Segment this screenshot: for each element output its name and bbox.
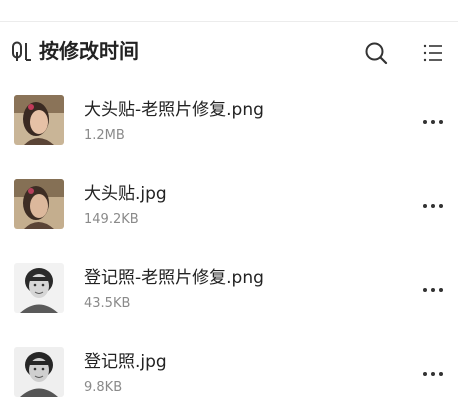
sort-label[interactable]: 按修改时间	[39, 37, 139, 65]
more-options-button[interactable]	[418, 110, 448, 134]
sort-icon[interactable]	[11, 41, 33, 63]
more-dots-icon	[423, 120, 443, 124]
file-size: 149.2KB	[84, 212, 139, 227]
search-icon	[365, 42, 388, 65]
more-options-button[interactable]	[418, 194, 448, 218]
search-button[interactable]	[362, 39, 390, 67]
file-size: 1.2MB	[84, 128, 125, 143]
toolbar: 按修改时间	[0, 22, 458, 80]
file-thumbnail	[14, 347, 64, 397]
more-options-button[interactable]	[418, 278, 448, 302]
file-name: 大头贴-老照片修复.png	[84, 100, 264, 120]
file-row[interactable]: 大头贴-老照片修复.png 1.2MB	[0, 80, 458, 164]
file-name: 大头贴.jpg	[84, 184, 167, 204]
file-name: 登记照-老照片修复.png	[84, 268, 264, 288]
file-size: 9.8KB	[84, 380, 123, 395]
file-row[interactable]: 登记照-老照片修复.png 43.5KB	[0, 248, 458, 332]
list-view-icon	[423, 44, 442, 62]
file-row[interactable]: 登记照.jpg 9.8KB	[0, 332, 458, 416]
file-thumbnail	[14, 179, 64, 229]
more-options-button[interactable]	[418, 362, 448, 386]
file-row[interactable]: 大头贴.jpg 149.2KB	[0, 164, 458, 248]
file-size: 43.5KB	[84, 296, 131, 311]
more-dots-icon	[423, 288, 443, 292]
more-dots-icon	[423, 372, 443, 376]
more-dots-icon	[423, 204, 443, 208]
file-name: 登记照.jpg	[84, 352, 167, 372]
file-thumbnail	[14, 263, 64, 313]
list-view-button[interactable]	[420, 40, 446, 66]
file-thumbnail	[14, 95, 64, 145]
